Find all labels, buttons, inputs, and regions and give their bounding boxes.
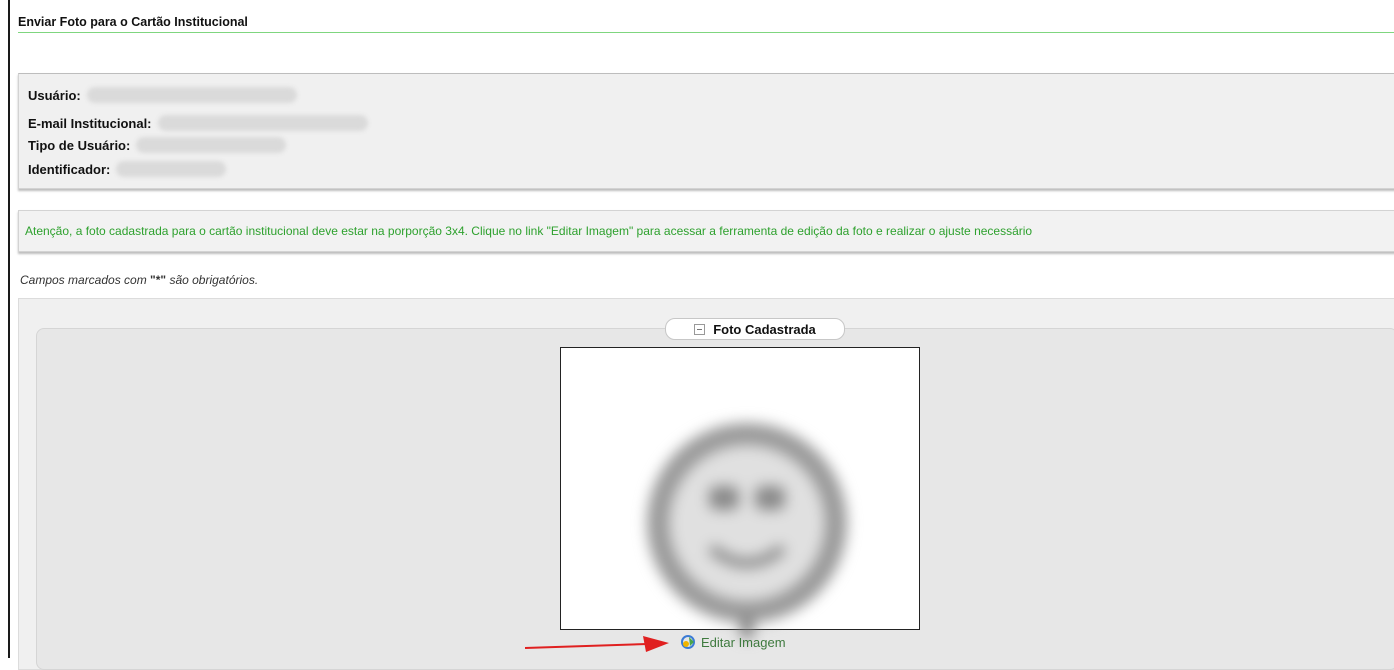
user-info-panel: Usuário: E-mail Institucional: Tipo de U… <box>18 73 1394 189</box>
notice-panel: Atenção, a foto cadastrada para o cartão… <box>18 210 1394 252</box>
email-label: E-mail Institucional: <box>28 115 152 131</box>
email-row: E-mail Institucional: <box>28 115 368 131</box>
usuario-row: Usuário: <box>28 87 297 103</box>
registered-photo <box>560 347 920 638</box>
page-title-bar: Enviar Foto para o Cartão Institucional <box>18 14 1394 33</box>
page-left-border <box>8 0 10 658</box>
pointer-arrow-icon <box>525 636 669 652</box>
edit-image-label[interactable]: Editar Imagem <box>701 635 786 650</box>
notice-text: Atenção, a foto cadastrada para o cartão… <box>25 224 1033 238</box>
required-marker: "*" <box>150 273 167 287</box>
tipo-row: Tipo de Usuário: <box>28 137 287 153</box>
photo-fieldset-legend[interactable]: Foto Cadastrada <box>665 318 845 340</box>
edit-image-icon <box>681 635 695 649</box>
required-note-suffix: são obrigatórios. <box>166 273 259 287</box>
page-title: Enviar Foto para o Cartão Institucional <box>18 15 248 29</box>
required-note-prefix: Campos marcados com <box>20 273 151 287</box>
tipo-label: Tipo de Usuário: <box>28 137 131 153</box>
collapse-icon[interactable] <box>694 323 706 335</box>
identificador-label: Identificador: <box>28 161 111 177</box>
email-value-redacted <box>157 115 368 131</box>
usuario-label: Usuário: <box>28 87 81 103</box>
required-fields-note: Campos marcados com "*" são obrigatórios… <box>20 273 258 287</box>
usuario-value-redacted <box>86 87 297 103</box>
avatar-placeholder-image <box>647 423 847 638</box>
edit-image-link[interactable]: Editar Imagem <box>680 634 786 650</box>
tipo-value-redacted <box>136 137 287 153</box>
photo-legend-label: Foto Cadastrada <box>713 321 816 337</box>
identificador-row: Identificador: <box>28 161 227 177</box>
identificador-value-redacted <box>116 161 227 177</box>
